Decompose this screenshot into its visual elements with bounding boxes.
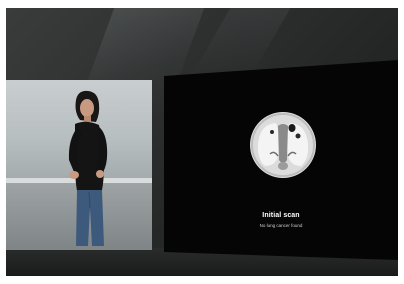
presenter-video-screen (6, 80, 152, 250)
presentation-slide: Initial scan No lung cancer found (164, 60, 398, 260)
presenter-figure (68, 90, 108, 246)
slide-subtitle: No lung cancer found (259, 223, 303, 228)
stage-light-streak (190, 8, 302, 78)
keynote-stage: Initial scan No lung cancer found (6, 8, 398, 276)
slide-title: Initial scan (262, 212, 300, 219)
lung-ct-scan-icon (250, 112, 316, 178)
